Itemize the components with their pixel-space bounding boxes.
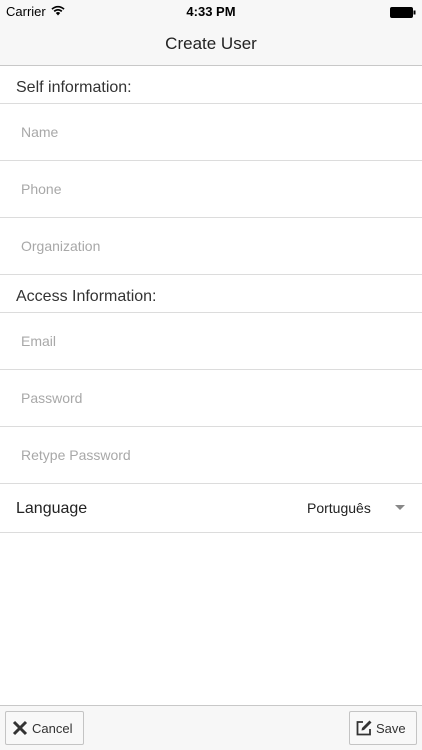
create-user-form: Self information: Access Information: La… xyxy=(0,66,422,533)
email-field-row xyxy=(0,313,422,370)
close-icon xyxy=(11,719,29,737)
cancel-button[interactable]: Cancel xyxy=(5,711,84,745)
organization-input[interactable] xyxy=(21,218,401,274)
email-input[interactable] xyxy=(21,313,401,369)
name-input[interactable] xyxy=(21,104,401,160)
access-information-header: Access Information: xyxy=(0,275,422,313)
password-field-row xyxy=(0,370,422,427)
password-input[interactable] xyxy=(21,370,401,426)
battery-icon xyxy=(390,6,416,18)
phone-input[interactable] xyxy=(21,161,401,217)
language-selected-value[interactable]: Português xyxy=(307,500,371,516)
navigation-bar: Create User xyxy=(0,22,422,66)
organization-field-row xyxy=(0,218,422,275)
language-select[interactable]: Language Português xyxy=(0,484,422,533)
edit-icon xyxy=(355,719,373,737)
name-field-row xyxy=(0,104,422,161)
page-title: Create User xyxy=(165,34,257,53)
retype-password-input[interactable] xyxy=(21,427,401,483)
phone-field-row xyxy=(0,161,422,218)
language-label: Language xyxy=(16,500,88,517)
self-information-header: Self information: xyxy=(0,66,422,104)
save-button-label: Save xyxy=(376,720,406,736)
caret-down-icon[interactable] xyxy=(395,505,405,510)
save-button[interactable]: Save xyxy=(349,711,417,745)
status-bar: Carrier 4:33 PM xyxy=(0,0,422,22)
bottom-toolbar: Cancel Save xyxy=(0,705,422,750)
cancel-button-label: Cancel xyxy=(32,720,73,736)
retype-password-field-row xyxy=(0,427,422,484)
status-time: 4:33 PM xyxy=(186,4,236,19)
